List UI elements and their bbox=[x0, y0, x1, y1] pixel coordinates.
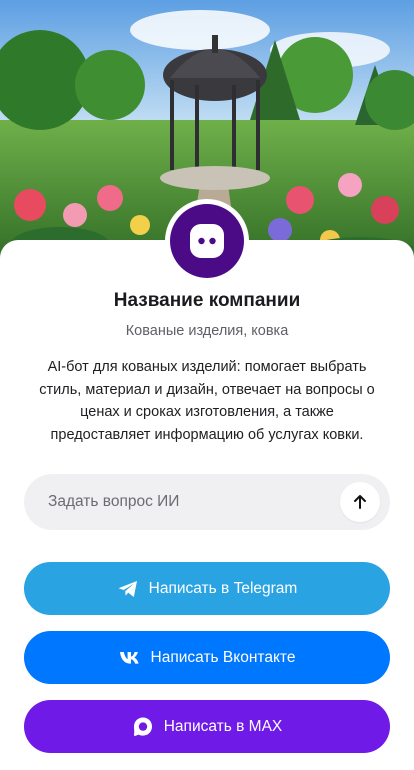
max-icon bbox=[132, 716, 154, 738]
ask-ai-placeholder[interactable]: Задать вопрос ИИ bbox=[48, 493, 390, 511]
company-description: AI-бот для кованых изделий: помогает выб… bbox=[39, 359, 375, 443]
avatar-circle bbox=[170, 204, 244, 278]
telegram-button-label: Написать в Telegram bbox=[148, 579, 298, 597]
arrow-up-icon bbox=[354, 495, 366, 509]
vk-button-label: Написать Вконтакте bbox=[150, 648, 296, 666]
telegram-button[interactable]: Написать в Telegram bbox=[24, 562, 390, 615]
max-button-label: Написать в MAX bbox=[163, 717, 283, 735]
chat-bot-icon bbox=[190, 224, 224, 258]
telegram-icon bbox=[117, 578, 139, 600]
company-name: Название компании bbox=[113, 290, 301, 311]
company-subtitle: Кованые изделия, ковка bbox=[125, 323, 289, 339]
ask-ai-input[interactable]: Задать вопрос ИИ bbox=[24, 474, 390, 530]
max-button[interactable]: Написать в MAX bbox=[24, 700, 390, 753]
send-button[interactable] bbox=[340, 482, 380, 522]
vk-icon bbox=[119, 647, 141, 669]
vk-button[interactable]: Написать Вконтакте bbox=[24, 631, 390, 684]
avatar bbox=[165, 199, 249, 283]
